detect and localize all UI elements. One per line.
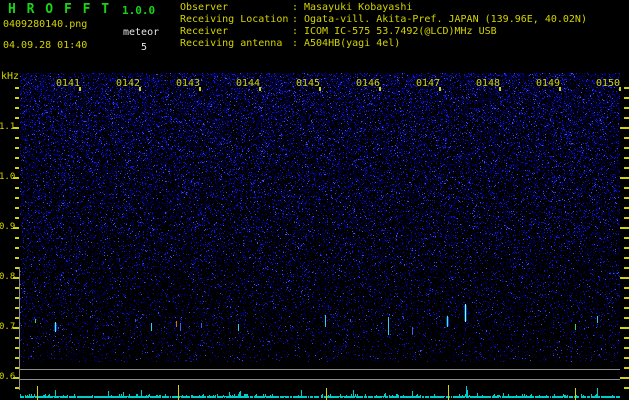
freq-minor-tick-right: [624, 87, 629, 89]
time-tick: [319, 87, 321, 91]
freq-major-tick-right: [620, 177, 629, 179]
info-value: Masayuki Kobayashi: [304, 2, 413, 13]
freq-minor-tick-right: [624, 187, 629, 189]
smeter-grid-line-1: [19, 369, 620, 370]
freq-minor-tick-left: [15, 187, 19, 189]
freq-minor-tick-right: [624, 167, 629, 169]
freq-major-tick-right: [620, 327, 629, 329]
freq-minor-tick-left: [15, 147, 19, 149]
info-row-0: Observer: Masayuki Kobayashi: [180, 2, 587, 14]
info-colon: :: [292, 14, 299, 25]
freq-minor-tick-right: [624, 207, 629, 209]
freq-minor-tick-left: [15, 137, 19, 139]
freq-minor-tick-left: [15, 117, 19, 119]
info-value: ICOM IC-575 53.7492(@LCD)MHz USB: [304, 26, 497, 37]
frequency-axis-unit: kHz: [1, 71, 20, 82]
time-tick: [199, 87, 201, 91]
time-tick: [379, 87, 381, 91]
freq-minor-tick-right: [624, 357, 629, 359]
freq-major-tick-right: [620, 227, 629, 229]
time-tick-label: 0145: [296, 78, 321, 89]
freq-minor-tick-left: [15, 247, 19, 249]
time-tick-label: 0149: [536, 78, 561, 89]
freq-major-tick-left: [13, 177, 19, 179]
freq-minor-tick-right: [624, 297, 629, 299]
freq-minor-tick-left: [15, 197, 19, 199]
freq-minor-tick-right: [624, 97, 629, 99]
info-colon: :: [292, 2, 299, 13]
info-row-3: Receiving antenna: A504HB(yagi 4el): [180, 38, 587, 50]
freq-major-tick-left: [13, 227, 19, 229]
freq-minor-tick-left: [15, 87, 19, 89]
time-tick: [79, 87, 81, 91]
info-label: Receiving Location: [180, 14, 289, 25]
smeter-canvas: [20, 385, 620, 400]
freq-minor-tick-right: [624, 307, 629, 309]
freq-minor-tick-right: [624, 367, 629, 369]
time-tick: [499, 87, 501, 91]
info-label: Observer: [180, 2, 229, 13]
app-title: H R O F F T: [8, 2, 111, 17]
freq-minor-tick-right: [624, 267, 629, 269]
freq-minor-tick-left: [15, 257, 19, 259]
freq-major-tick-right: [620, 277, 629, 279]
freq-minor-tick-right: [624, 287, 629, 289]
station-info-block: Observer: Masayuki Kobayashi Receiving Loc…: [180, 2, 587, 50]
info-label: Receiving antenna: [180, 38, 283, 49]
freq-minor-tick-right: [624, 217, 629, 219]
time-tick: [559, 87, 561, 91]
spectrogram-canvas: [20, 73, 620, 362]
info-colon: :: [292, 26, 299, 37]
time-tick-label: 0142: [116, 78, 141, 89]
freq-minor-tick-left: [15, 167, 19, 169]
time-tick: [439, 87, 441, 91]
datetime-label: 04.09.28 01:40: [3, 40, 88, 51]
freq-minor-tick-left: [15, 237, 19, 239]
info-row-2: Receiver: ICOM IC-575 53.7492(@LCD)MHz US…: [180, 26, 587, 38]
time-tick: [139, 87, 141, 91]
info-row-1: Receiving Location: Ogata-vill. Akita-Pre…: [180, 14, 587, 26]
freq-minor-tick-right: [624, 247, 629, 249]
freq-major-tick-right: [620, 377, 629, 379]
mode-label: meteor: [123, 27, 160, 38]
freq-minor-tick-right: [624, 107, 629, 109]
output-filename: 0409280140.png: [3, 19, 88, 30]
info-colon: :: [292, 38, 299, 49]
time-tick: [619, 87, 621, 91]
freq-minor-tick-right: [624, 197, 629, 199]
hrofft-screen: H R O F F T 1.0.0 0409280140.png meteor …: [0, 0, 629, 400]
info-value: A504HB(yagi 4el): [304, 38, 401, 49]
time-tick-label: 0141: [56, 78, 81, 89]
smeter-grid-line-2: [19, 379, 620, 380]
time-tick-label: 0150: [596, 78, 621, 89]
freq-minor-tick-right: [624, 157, 629, 159]
info-label: Receiver: [180, 26, 229, 37]
time-tick-label: 0144: [236, 78, 261, 89]
freq-minor-tick-right: [624, 137, 629, 139]
info-value: Ogata-vill. Akita-Pref. JAPAN (139.96E, …: [304, 14, 587, 25]
freq-minor-tick-right: [624, 347, 629, 349]
freq-minor-tick-right: [624, 117, 629, 119]
freq-minor-tick-left: [15, 157, 19, 159]
freq-minor-tick-right: [624, 387, 629, 389]
time-tick-label: 0148: [476, 78, 501, 89]
freq-minor-tick-left: [15, 217, 19, 219]
meteor-count: 5: [141, 42, 148, 53]
freq-minor-tick-right: [624, 257, 629, 259]
freq-minor-tick-right: [624, 337, 629, 339]
freq-minor-tick-right: [624, 147, 629, 149]
freq-minor-tick-left: [15, 107, 19, 109]
time-tick-label: 0147: [416, 78, 441, 89]
freq-minor-tick-left: [15, 97, 19, 99]
freq-major-tick-left: [13, 127, 19, 129]
app-version: 1.0.0: [122, 4, 156, 17]
freq-major-tick-right: [620, 127, 629, 129]
time-tick-label: 0143: [176, 78, 201, 89]
time-tick: [259, 87, 261, 91]
freq-minor-tick-right: [624, 237, 629, 239]
smeter-left-border: [19, 267, 20, 389]
freq-minor-tick-right: [624, 317, 629, 319]
freq-minor-tick-left: [15, 207, 19, 209]
time-tick-label: 0146: [356, 78, 381, 89]
